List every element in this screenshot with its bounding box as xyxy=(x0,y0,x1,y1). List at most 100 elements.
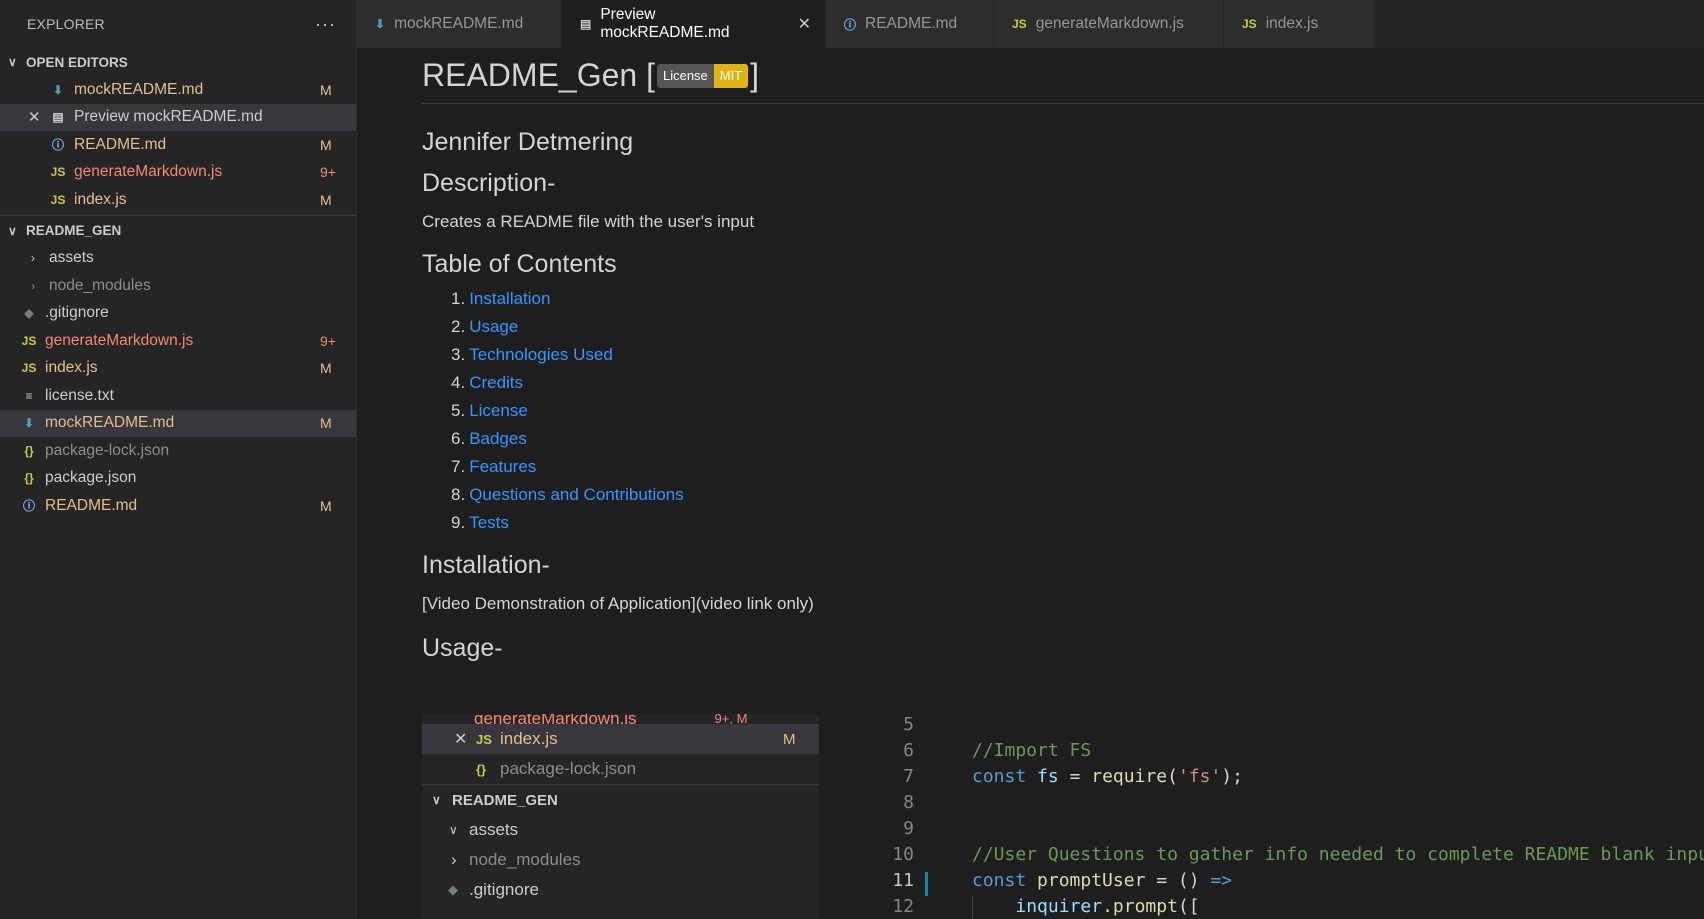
open-editor-label: Preview mockREADME.md xyxy=(74,108,263,126)
toc-number: 2. xyxy=(451,317,466,336)
chevron-down-icon: ∨ xyxy=(449,823,458,837)
toc-link-questions[interactable]: Questions and Contributions xyxy=(469,485,684,504)
open-editor-index[interactable]: JS index.js M xyxy=(0,186,356,214)
toc-list: 1. Installation 2. Usage 3. Technologies Us… xyxy=(422,285,1704,537)
open-editor-readme[interactable]: ⓘ README.md M xyxy=(0,131,356,159)
close-icon[interactable]: ✕ xyxy=(798,14,811,34)
toc-link-tests[interactable]: Tests xyxy=(469,513,509,532)
tree-item-node-modules[interactable]: › node_modules xyxy=(0,272,356,300)
code-keyword: const xyxy=(972,766,1027,787)
tree-item-label: node_modules xyxy=(49,276,151,294)
close-icon: ✕ xyxy=(454,731,468,748)
toc-link-technologies[interactable]: Technologies Used xyxy=(469,345,613,364)
open-editor-preview[interactable]: ✕ ▤ Preview mockREADME.md xyxy=(0,103,356,131)
git-status-badge: M xyxy=(320,136,332,153)
code-line: //User Questions to gather info needed t… xyxy=(972,844,1704,865)
screenshot-row-label: index.js xyxy=(500,729,558,748)
open-editor-mockreadme[interactable]: ⬇ mockREADME.md M xyxy=(0,76,356,104)
git-status-badge: M xyxy=(320,497,332,514)
toc-item: 1. Installation xyxy=(422,285,1704,313)
screenshot-row-gitignore: ◆ .gitignore xyxy=(422,875,819,905)
js-icon: JS xyxy=(50,165,66,180)
git-status-badge: M xyxy=(320,81,332,98)
toc-link-license[interactable]: License xyxy=(469,401,528,420)
screenshot-row-status: 9+, M xyxy=(714,714,748,724)
tree-item-package-lock[interactable]: {} package-lock.json xyxy=(0,437,356,465)
line-number: 5 xyxy=(903,714,914,735)
tree-item-label: license.txt xyxy=(45,386,114,404)
description-text: Creates a README file with the user's in… xyxy=(422,212,755,231)
js-icon: JS xyxy=(476,731,492,747)
tab-preview-mockreadme[interactable]: ▤ Preview mockREADME.md ✕ xyxy=(562,0,826,48)
toc-number: 4. xyxy=(451,373,466,392)
problems-badge: 9+ xyxy=(320,164,336,181)
git-status-badge: M xyxy=(320,360,332,377)
line-number: 12 xyxy=(892,896,914,917)
screenshot-row-label: node_modules xyxy=(469,850,581,869)
explorer-title: EXPLORER xyxy=(27,16,105,32)
toc-link-badges[interactable]: Badges xyxy=(469,429,527,448)
git-icon: ◆ xyxy=(448,882,458,897)
badge-value: MIT xyxy=(713,63,749,88)
tree-item-license[interactable]: ≡ license.txt xyxy=(0,382,356,410)
open-editor-label: index.js xyxy=(74,190,127,208)
code-comment: //Import FS xyxy=(972,740,1092,761)
code-punct: ([ xyxy=(1177,896,1200,917)
chevron-right-icon: › xyxy=(31,251,35,266)
tab-index[interactable]: JS index.js xyxy=(1224,0,1374,48)
more-actions-icon[interactable]: ··· xyxy=(315,14,336,35)
chevron-down-icon: ∨ xyxy=(432,793,441,807)
tree-item-label: package-lock.json xyxy=(45,441,170,459)
tree-item-generatemarkdown[interactable]: JS generateMarkdown.js 9+ xyxy=(0,327,356,355)
toc-item: 4. Credits xyxy=(422,369,1704,397)
open-editor-generatemarkdown[interactable]: JS generateMarkdown.js 9+ xyxy=(0,159,356,187)
license-badge[interactable]: License MIT xyxy=(656,63,749,88)
toc-link-usage[interactable]: Usage xyxy=(469,317,518,336)
project-header[interactable]: ∨ README_GEN xyxy=(0,217,356,245)
screenshot-explorer: generateMarkdown.js 9+, M ✕ JS index.js … xyxy=(422,714,819,919)
line-number: 7 xyxy=(903,766,914,787)
tree-item-gitignore[interactable]: ◆ .gitignore xyxy=(0,300,356,328)
json-icon: {} xyxy=(476,761,487,777)
code-punct: ( xyxy=(1167,766,1178,787)
open-editors-header[interactable]: ∨ OPEN EDITORS xyxy=(0,48,356,76)
tree-item-mockreadme[interactable]: ⬇ mockREADME.md M xyxy=(0,409,356,437)
close-icon[interactable]: ✕ xyxy=(28,108,41,126)
tab-readme[interactable]: ⓘ README.md xyxy=(826,0,994,48)
tab-generatemarkdown[interactable]: JS generateMarkdown.js xyxy=(994,0,1224,48)
explorer-header: EXPLORER ··· xyxy=(0,0,356,48)
toc-item: 6. Badges xyxy=(422,425,1704,453)
line-number: 11 xyxy=(892,870,914,891)
modified-line-gutter xyxy=(925,872,928,896)
git-icon: ◆ xyxy=(24,306,34,321)
chevron-down-icon: ∨ xyxy=(8,55,17,69)
markdown-icon: ⬇ xyxy=(52,82,64,97)
code-punct: ); xyxy=(1221,766,1243,787)
code-variable: inquirer xyxy=(1015,896,1103,917)
code-function: prompt xyxy=(1112,896,1178,917)
chevron-down-icon: ∨ xyxy=(8,223,17,238)
json-icon: {} xyxy=(24,443,34,458)
text-file-icon: ≡ xyxy=(25,388,33,403)
toc-link-credits[interactable]: Credits xyxy=(469,373,523,392)
screenshot-row-label: package-lock.json xyxy=(500,759,637,778)
tree-item-package-json[interactable]: {} package.json xyxy=(0,465,356,493)
code-line: const promptUser = () => xyxy=(972,870,1232,891)
toc-number: 1. xyxy=(451,289,466,308)
title-text-end: ] xyxy=(750,57,760,93)
screenshot-code-editor: 5 6 7 8 9 10 11 12 //Import FS const fs … xyxy=(859,714,1704,919)
js-icon: JS xyxy=(21,361,37,376)
tree-item-label: README.md xyxy=(45,496,138,514)
toc-link-installation[interactable]: Installation xyxy=(469,289,550,308)
tree-item-index[interactable]: JS index.js M xyxy=(0,355,356,383)
tab-mockreadme[interactable]: ⬇ mockREADME.md xyxy=(357,0,562,48)
tree-item-readme[interactable]: ⓘ README.md M xyxy=(0,492,356,520)
tree-item-label: generateMarkdown.js xyxy=(45,331,194,349)
tree-item-label: mockREADME.md xyxy=(45,414,175,432)
badge-label: License xyxy=(656,63,714,88)
toc-link-features[interactable]: Features xyxy=(469,457,536,476)
screenshot-project-header: ∨ README_GEN xyxy=(422,785,819,815)
tree-item-assets[interactable]: › assets xyxy=(0,245,356,273)
page-title: README_Gen [ License MIT ] xyxy=(422,48,1704,104)
screenshot-row-index: ✕ JS index.js M xyxy=(422,724,819,754)
